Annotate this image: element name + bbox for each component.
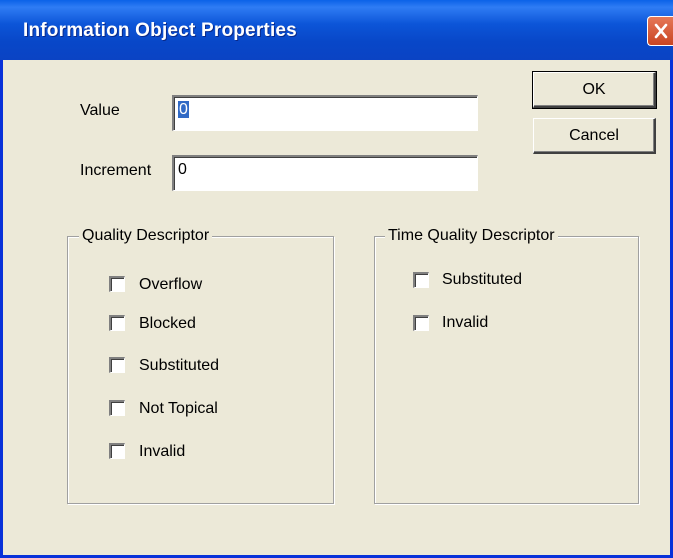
blocked-checkbox[interactable] [109, 315, 125, 331]
title-bar[interactable]: Information Object Properties [0, 0, 673, 60]
window-title: Information Object Properties [23, 20, 297, 41]
time-substituted-label: Substituted [442, 271, 523, 288]
substituted-label: Substituted [139, 357, 220, 374]
time-invalid-checkbox[interactable] [413, 315, 429, 331]
quality-descriptor-title: Quality Descriptor [79, 227, 213, 245]
not-topical-label: Not Topical [139, 400, 218, 417]
increment-input[interactable]: 0 [172, 155, 478, 191]
blocked-label: Blocked [139, 315, 196, 332]
time-substituted-checkbox[interactable] [413, 272, 429, 288]
overflow-label: Overflow [139, 276, 203, 293]
overflow-checkbox[interactable] [109, 276, 125, 292]
increment-label: Increment [80, 162, 152, 179]
invalid-label: Invalid [139, 443, 186, 460]
close-icon [654, 23, 668, 39]
cancel-button[interactable]: Cancel [533, 118, 656, 154]
invalid-checkbox[interactable] [109, 443, 125, 459]
substituted-checkbox[interactable] [109, 357, 125, 373]
ok-button[interactable]: OK [532, 71, 657, 109]
value-text: 0 [178, 101, 189, 118]
value-label: Value [80, 102, 120, 119]
dialog-window: Information Object Properties Value 0 In… [0, 0, 673, 558]
time-invalid-label: Invalid [442, 314, 489, 331]
time-quality-descriptor-title: Time Quality Descriptor [385, 227, 558, 245]
value-input[interactable]: 0 [172, 95, 478, 131]
increment-text: 0 [178, 161, 187, 178]
not-topical-checkbox[interactable] [109, 400, 125, 416]
close-button[interactable] [647, 16, 673, 46]
